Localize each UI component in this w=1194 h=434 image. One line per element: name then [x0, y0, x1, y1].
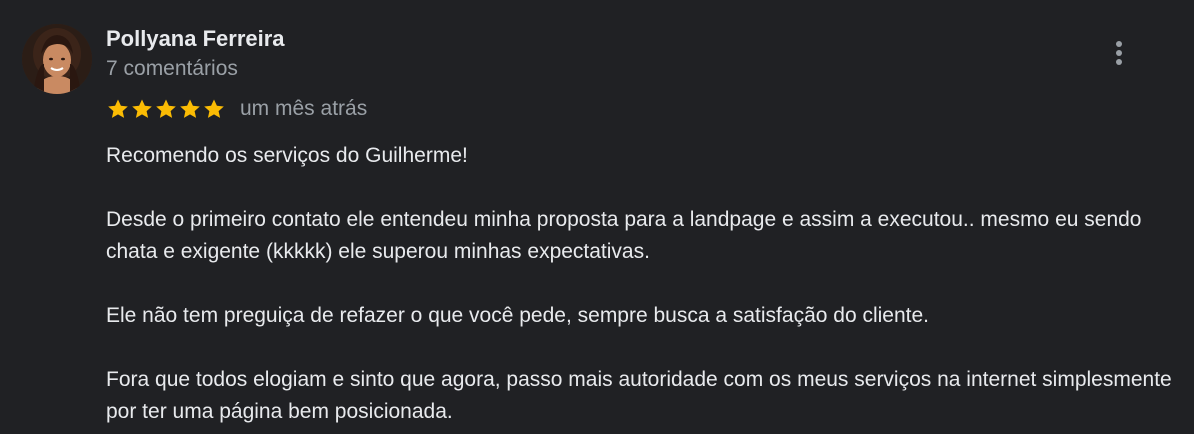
review-date: um mês atrás — [240, 97, 368, 120]
review-card: Pollyana Ferreira 7 comentários um mês a… — [0, 0, 1194, 434]
more-options-button[interactable] — [1104, 38, 1134, 68]
review-paragraph: Fora que todos elogiam e sinto que agora… — [106, 368, 1172, 423]
review-paragraph: Ele não tem preguiça de refazer o que vo… — [106, 304, 929, 327]
review-paragraph: Recomendo os serviços do Guilherme! — [106, 144, 468, 167]
star-icon — [156, 99, 176, 118]
star-icon — [108, 99, 128, 118]
star-icon — [132, 99, 152, 118]
author-name[interactable]: Pollyana Ferreira — [106, 26, 285, 52]
avatar[interactable] — [22, 24, 92, 94]
avatar-photo — [22, 24, 92, 94]
rating-row: um mês atrás — [106, 96, 367, 122]
more-vert-icon — [1116, 41, 1122, 65]
author-review-count: 7 comentários — [106, 57, 238, 80]
star-icon — [180, 99, 200, 118]
star-rating — [106, 97, 226, 121]
review-paragraph: Desde o primeiro contato ele entendeu mi… — [106, 208, 1142, 263]
review-text: Recomendo os serviços do Guilherme! Desd… — [106, 140, 1186, 428]
star-icon — [204, 99, 224, 118]
